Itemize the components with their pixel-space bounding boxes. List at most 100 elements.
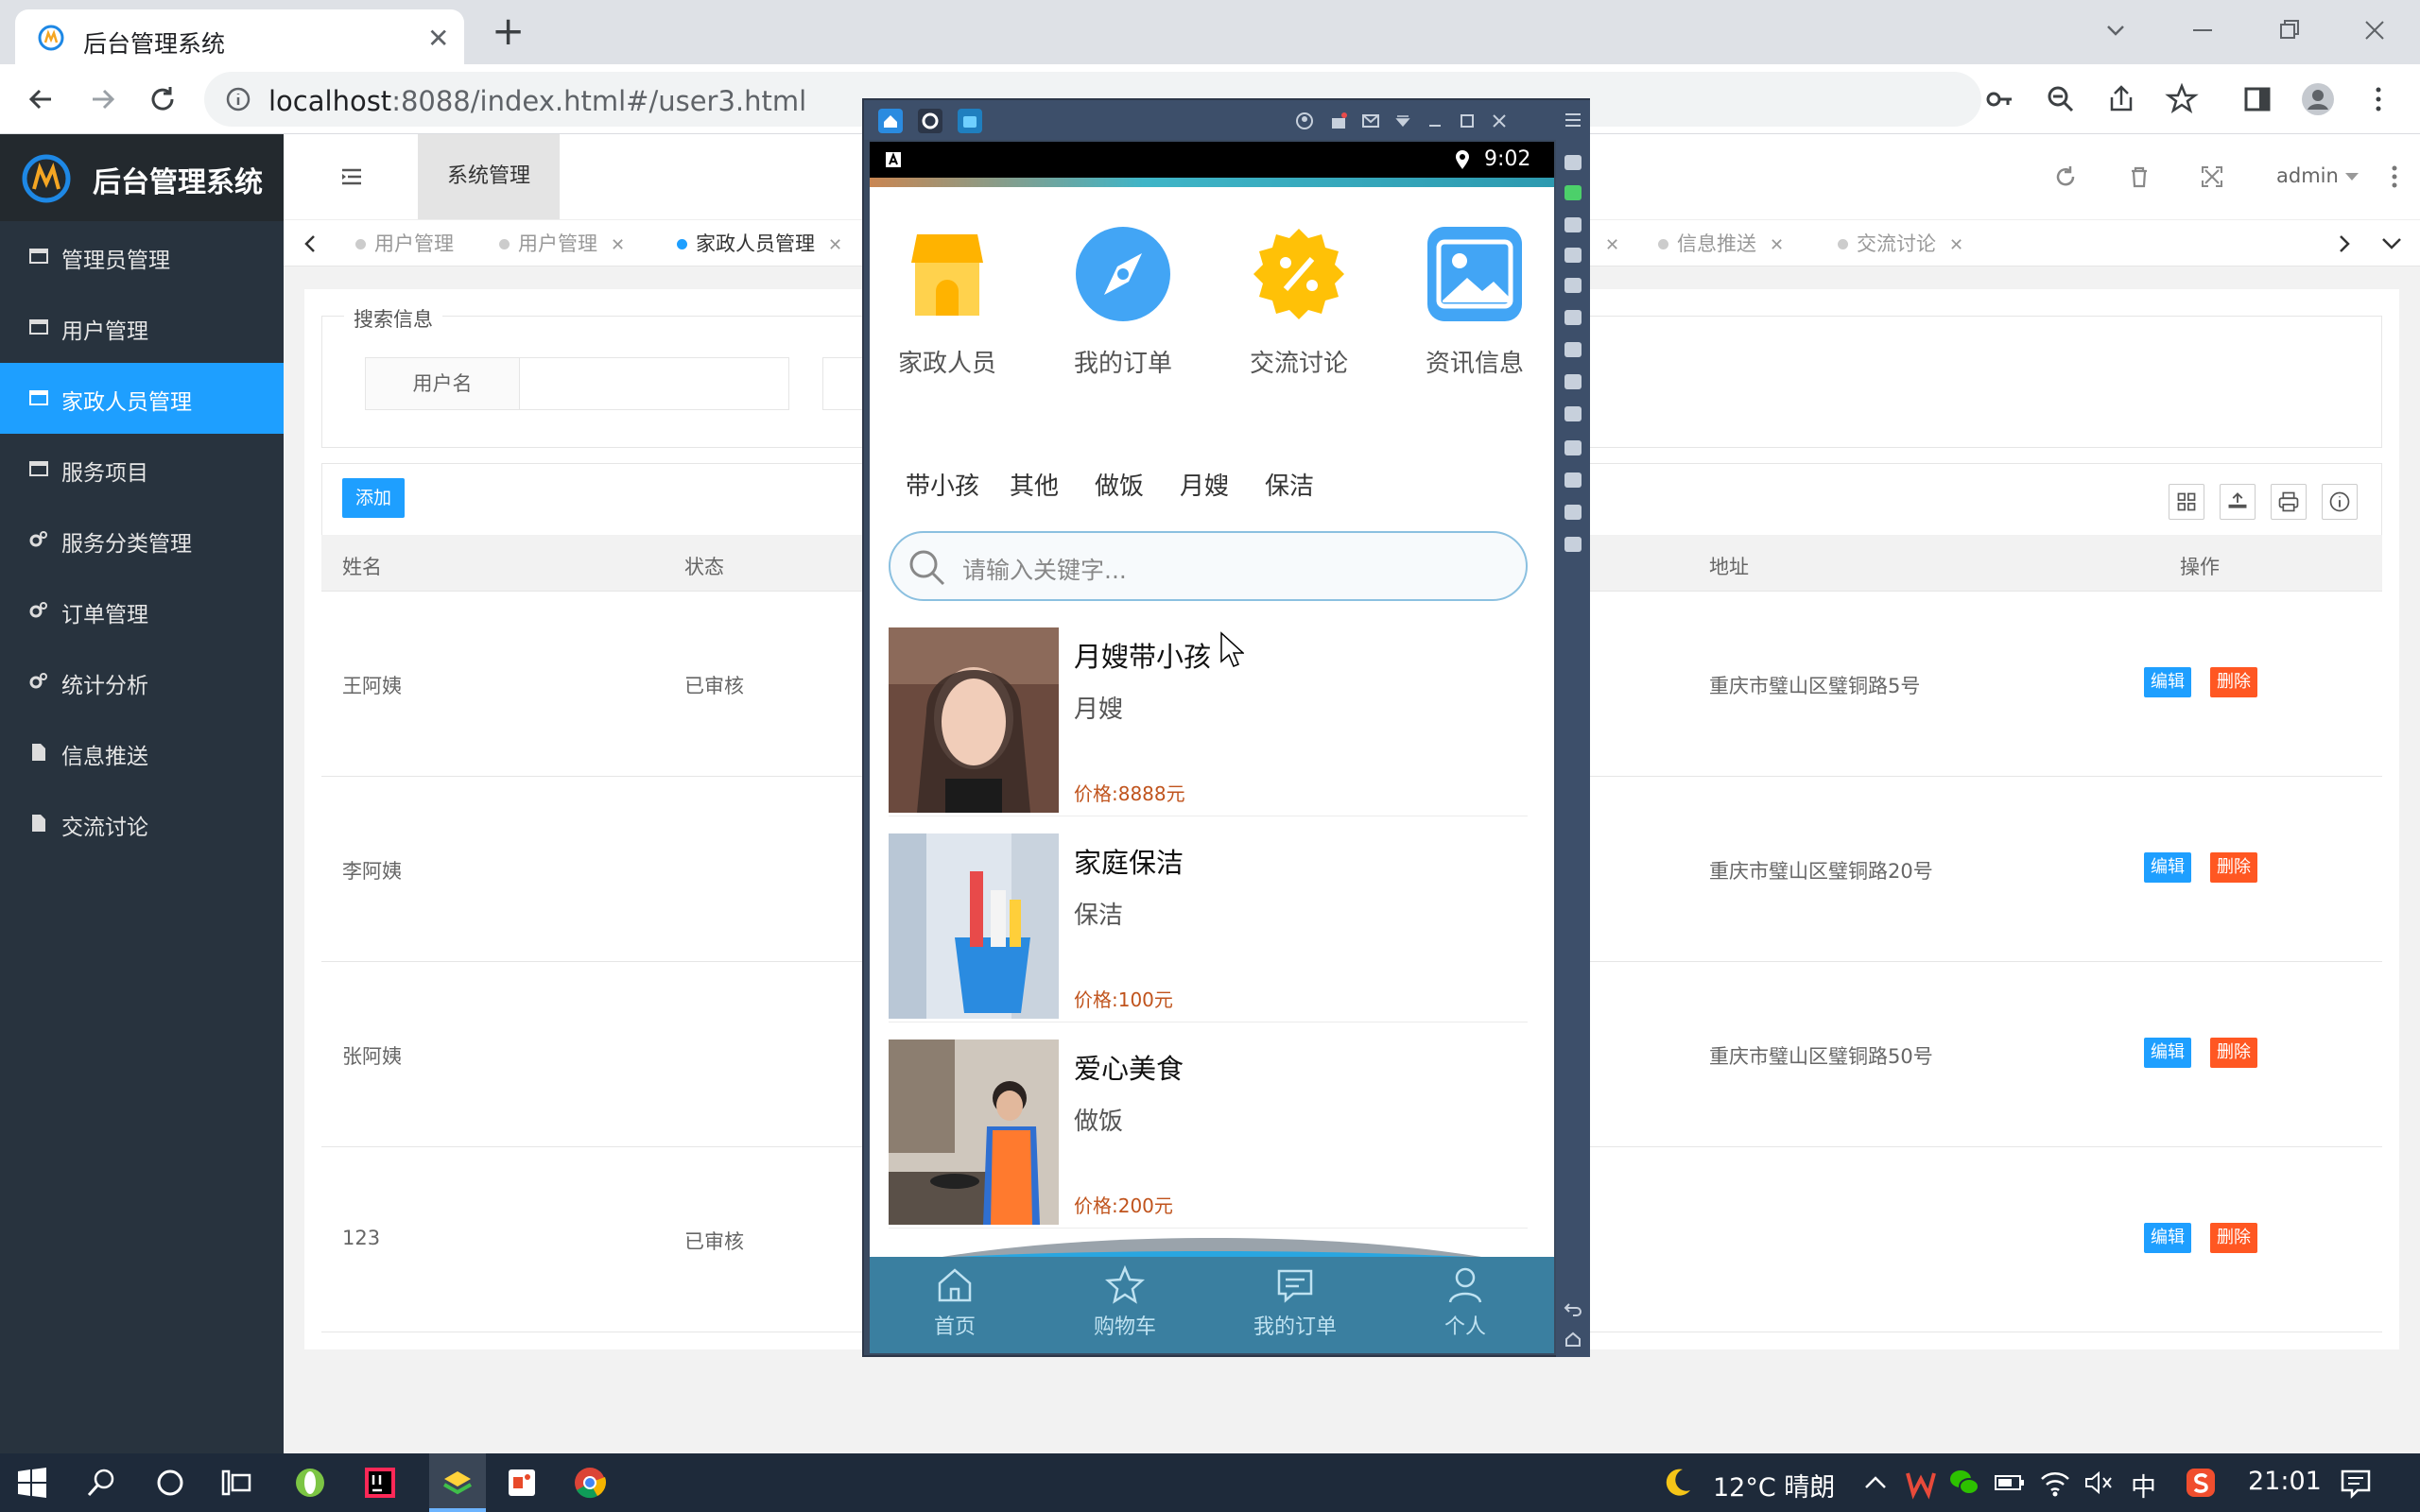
screen-expand-icon[interactable] [1564, 310, 1582, 325]
emulator-home-icon[interactable] [877, 108, 904, 134]
delete-button[interactable]: 删除 [2210, 1038, 2257, 1068]
notification-center-icon[interactable] [2339, 1466, 2373, 1500]
page-tab-active[interactable]: 家政人员管理 ✕ [677, 220, 842, 267]
sidebar-item-push[interactable]: 信息推送 [0, 717, 284, 788]
chevron-down-icon[interactable] [2342, 170, 2361, 183]
fullscreen-icon[interactable] [2200, 164, 2224, 189]
eye-icon[interactable] [1564, 248, 1582, 263]
windows-start-icon[interactable] [15, 1466, 49, 1500]
tray-chevron-up-icon[interactable] [1858, 1466, 1893, 1500]
close-tab-icon[interactable]: ✕ [1605, 235, 1619, 255]
zoom-out-icon[interactable] [2042, 80, 2080, 118]
edit-button[interactable]: 编辑 [2144, 852, 2191, 883]
ime-indicator[interactable]: 中 [2131, 1467, 2156, 1503]
nav-orders[interactable]: 我的订单 [1238, 1264, 1352, 1340]
sidebar-item-services[interactable]: 服务项目 [0, 434, 284, 505]
restore-icon[interactable] [2273, 13, 2307, 47]
new-tab-button[interactable]: + [492, 11, 525, 51]
emulator-minimize-icon[interactable] [1426, 112, 1444, 130]
volume-muted-icon[interactable] [2082, 1466, 2116, 1500]
username-input[interactable] [519, 357, 789, 410]
back-icon[interactable] [23, 80, 60, 118]
filter-tab[interactable]: 月嫂 [1180, 467, 1229, 502]
tab-search-icon[interactable] [2099, 13, 2133, 47]
tabs-scroll-right-icon[interactable] [2335, 233, 2354, 254]
system-management-menu[interactable]: 系统管理 [418, 134, 560, 219]
emulator-maximize-icon[interactable] [1458, 112, 1477, 130]
close-tab-icon[interactable]: ✕ [828, 235, 842, 255]
weather-text[interactable]: 12°C 晴朗 [1713, 1467, 1835, 1503]
close-tab-icon[interactable]: ✕ [427, 23, 449, 54]
filter-tab[interactable]: 保洁 [1265, 467, 1314, 502]
refresh-icon[interactable] [2053, 164, 2078, 189]
sidebar-item-housekeepers[interactable]: 家政人员管理 [0, 363, 284, 434]
emulator-app-icon[interactable] [957, 108, 983, 134]
browser-menu-icon[interactable] [2360, 80, 2397, 118]
service-card[interactable]: 爱心美食 做饭 价格:200元 [889, 1040, 1528, 1228]
category-discussion[interactable]: 交流讨论 [1233, 225, 1365, 379]
url-text[interactable]: localhost:8088/index.html#/user3.html [268, 85, 806, 117]
edit-button[interactable]: 编辑 [2144, 1223, 2191, 1253]
edit-button[interactable]: 编辑 [2144, 1038, 2191, 1068]
taskbar-app-green-icon[interactable] [293, 1466, 327, 1500]
emulator-account-icon[interactable] [1295, 112, 1314, 130]
filter-tab[interactable]: 其他 [1010, 467, 1059, 502]
volume-up-icon[interactable] [1564, 342, 1582, 357]
location-icon[interactable] [1564, 406, 1582, 421]
emulator-close-icon[interactable] [1490, 112, 1509, 130]
key-icon[interactable] [1981, 80, 2019, 118]
edit-button[interactable]: 编辑 [2144, 667, 2191, 697]
service-card[interactable]: 家庭保洁 保洁 价格:100元 [889, 833, 1528, 1022]
sidebar-item-service-categories[interactable]: 服务分类管理 [0, 505, 284, 576]
tabs-dropdown-icon[interactable] [2380, 235, 2403, 252]
admin-user-name[interactable]: admin [2276, 164, 2339, 187]
delete-button[interactable]: 删除 [2210, 667, 2257, 697]
emulator-dropdown-icon[interactable] [1393, 112, 1412, 130]
more-vertical-icon[interactable] [2388, 163, 2401, 191]
taskbar-office-icon[interactable] [505, 1466, 539, 1500]
info-icon[interactable] [2322, 484, 2358, 520]
close-window-icon[interactable] [2358, 13, 2392, 47]
print-icon[interactable] [2271, 484, 2307, 520]
browser-tab[interactable]: 后台管理系统 ✕ [15, 9, 464, 64]
intellij-icon[interactable] [363, 1466, 397, 1500]
scissors-icon[interactable] [1564, 440, 1582, 455]
emulator-android-home-icon[interactable] [1564, 1331, 1582, 1348]
forward-icon[interactable] [83, 80, 121, 118]
sidebar-item-orders[interactable]: 订单管理 [0, 576, 284, 646]
share-icon[interactable] [2102, 80, 2140, 118]
sidebar-item-admin[interactable]: 管理员管理 [0, 221, 284, 292]
page-tab-partial[interactable]: ✕ [1592, 220, 1619, 267]
profile-avatar-icon[interactable] [2299, 80, 2337, 118]
keyboard-icon[interactable] [1564, 155, 1582, 170]
shake-icon[interactable] [1564, 472, 1582, 488]
close-tab-icon[interactable]: ✕ [611, 235, 625, 255]
emulator-mail-icon[interactable] [1361, 112, 1380, 130]
close-tab-icon[interactable]: ✕ [1949, 235, 1963, 255]
sidebar-item-users[interactable]: 用户管理 [0, 292, 284, 363]
delete-button[interactable]: 删除 [2210, 1223, 2257, 1253]
add-button[interactable]: 添加 [342, 478, 405, 518]
sidebar-item-discussion[interactable]: 交流讨论 [0, 788, 284, 859]
nav-cart[interactable]: 购物车 [1068, 1264, 1182, 1340]
gamepad-icon[interactable] [1564, 217, 1582, 232]
record-icon[interactable] [1564, 278, 1582, 293]
keyword-search-input[interactable]: 请输入关键字... [889, 531, 1528, 601]
bookmark-star-icon[interactable] [2163, 80, 2201, 118]
side-panel-icon[interactable] [2238, 80, 2276, 118]
wechat-icon[interactable] [1947, 1466, 1981, 1500]
wps-icon[interactable] [1904, 1466, 1938, 1500]
apk-icon[interactable] [1564, 185, 1582, 200]
filter-tab[interactable]: 带小孩 [906, 467, 979, 502]
sogou-ime-icon[interactable] [2184, 1466, 2218, 1500]
emulator-menu-icon[interactable] [1564, 112, 1582, 129]
battery-icon[interactable] [1993, 1466, 2027, 1500]
category-my-orders[interactable]: 我的订单 [1057, 225, 1189, 379]
task-view-icon[interactable] [219, 1466, 253, 1500]
chrome-icon[interactable] [573, 1466, 607, 1500]
install-icon[interactable] [1564, 537, 1582, 552]
cortana-icon[interactable] [153, 1466, 187, 1500]
reload-icon[interactable] [144, 80, 182, 118]
sidebar-item-statistics[interactable]: 统计分析 [0, 646, 284, 717]
columns-filter-icon[interactable] [2169, 484, 2204, 520]
